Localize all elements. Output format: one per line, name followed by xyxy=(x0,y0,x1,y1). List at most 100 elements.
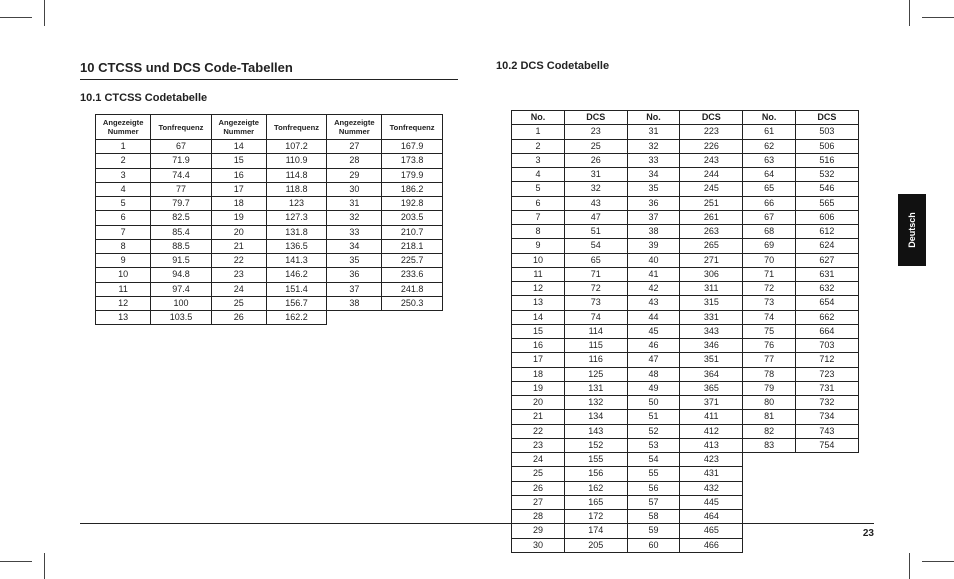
table-cell: 31 xyxy=(564,168,627,182)
table-cell: 245 xyxy=(680,182,743,196)
table-row: 7473726167606 xyxy=(512,210,859,224)
table-cell: 54 xyxy=(627,453,680,467)
table-cell: 131.8 xyxy=(266,225,327,239)
table-cell: 31 xyxy=(327,197,382,211)
table-cell: 364 xyxy=(680,367,743,381)
table-row: 13103.526162.2 xyxy=(96,311,443,325)
table-cell: 210.7 xyxy=(382,225,443,239)
table-cell: 67 xyxy=(151,140,212,154)
table-cell: 4 xyxy=(512,168,565,182)
table-cell: 411 xyxy=(680,410,743,424)
table-cell xyxy=(795,510,858,524)
crop-mark xyxy=(44,0,45,26)
table-cell: 754 xyxy=(795,438,858,452)
table-row: 191314936579731 xyxy=(512,381,859,395)
table-cell: 1 xyxy=(96,140,151,154)
page-number: 23 xyxy=(863,528,874,539)
table-cell xyxy=(743,467,796,481)
table-row: 1197.424151.437241.8 xyxy=(96,282,443,296)
table-cell: 3 xyxy=(512,153,565,167)
table-cell: 712 xyxy=(795,353,858,367)
table-row: 151144534375664 xyxy=(512,324,859,338)
right-column: 10.2 DCS Codetabelle No.DCSNo.DCSNo.DCS … xyxy=(496,60,874,553)
table-cell: 218.1 xyxy=(382,239,443,253)
table-cell: 29 xyxy=(327,168,382,182)
table-cell: 250.3 xyxy=(382,296,443,310)
subsection-title-dcs: 10.2 DCS Codetabelle xyxy=(496,60,874,76)
table-row: 2716557445 xyxy=(512,495,859,509)
table-cell: 6 xyxy=(512,196,565,210)
table-cell: 241.8 xyxy=(382,282,443,296)
table-cell: 64 xyxy=(743,168,796,182)
table-cell: 12 xyxy=(512,282,565,296)
table-cell: 132 xyxy=(564,396,627,410)
table-cell: 20 xyxy=(512,396,565,410)
table-cell: 11 xyxy=(96,282,151,296)
table-cell: 68 xyxy=(743,225,796,239)
table-cell: 91.5 xyxy=(151,254,212,268)
table-row: 3020560466 xyxy=(512,538,859,552)
table-cell: 79 xyxy=(743,381,796,395)
table-cell: 732 xyxy=(795,396,858,410)
table-cell xyxy=(743,495,796,509)
table-cell: 413 xyxy=(680,438,743,452)
table-cell: 14 xyxy=(211,140,266,154)
table-row: 171164735177712 xyxy=(512,353,859,367)
table-cell: 244 xyxy=(680,168,743,182)
table-cell xyxy=(795,481,858,495)
table-cell: 88.5 xyxy=(151,239,212,253)
table-cell xyxy=(743,510,796,524)
table-cell: 58 xyxy=(627,510,680,524)
table-cell: 503 xyxy=(795,125,858,139)
table-cell: 82.5 xyxy=(151,211,212,225)
table-cell: 412 xyxy=(680,424,743,438)
table-cell: 26 xyxy=(211,311,266,325)
table-cell: 55 xyxy=(627,467,680,481)
table-cell: 21 xyxy=(512,410,565,424)
table-cell: 56 xyxy=(627,481,680,495)
table-row: 991.522141.335225.7 xyxy=(96,254,443,268)
table-cell: 6 xyxy=(96,211,151,225)
table-cell: 32 xyxy=(564,182,627,196)
table-cell: 7 xyxy=(96,225,151,239)
table-cell: 162 xyxy=(564,481,627,495)
table-cell: 65 xyxy=(743,182,796,196)
table-row: 888.521136.534218.1 xyxy=(96,239,443,253)
table-cell: 81 xyxy=(743,410,796,424)
table-header: AngezeigteNummer xyxy=(211,115,266,140)
table-cell: 60 xyxy=(627,538,680,552)
table-cell: 445 xyxy=(680,495,743,509)
language-tab: Deutsch xyxy=(898,194,926,266)
table-cell: 16 xyxy=(512,339,565,353)
table-row: 221435241282743 xyxy=(512,424,859,438)
table-row: 9543926569624 xyxy=(512,239,859,253)
table-cell: 10 xyxy=(512,253,565,267)
table-cell: 83 xyxy=(743,438,796,452)
table-cell: 172 xyxy=(564,510,627,524)
table-cell: 36 xyxy=(627,196,680,210)
table-cell: 46 xyxy=(627,339,680,353)
table-cell: 2 xyxy=(512,139,565,153)
page: 10 CTCSS und DCS Code-Tabellen 10.1 CTCS… xyxy=(80,60,874,539)
table-row: 374.416114.829179.9 xyxy=(96,168,443,182)
table-cell: 72 xyxy=(743,282,796,296)
table-header: AngezeigteNummer xyxy=(96,115,151,140)
table-cell: 8 xyxy=(512,225,565,239)
table-cell: 66 xyxy=(743,196,796,210)
table-cell: 39 xyxy=(627,239,680,253)
table-row: 579.71812331192.8 xyxy=(96,197,443,211)
table-header: AngezeigteNummer xyxy=(327,115,382,140)
table-cell: 76 xyxy=(743,339,796,353)
table-cell: 311 xyxy=(680,282,743,296)
table-cell: 22 xyxy=(211,254,266,268)
table-cell: 155 xyxy=(564,453,627,467)
table-cell: 50 xyxy=(627,396,680,410)
table-cell: 2 xyxy=(96,154,151,168)
table-cell: 15 xyxy=(211,154,266,168)
table-cell: 162.2 xyxy=(266,311,327,325)
table-cell: 67 xyxy=(743,210,796,224)
table-cell: 19 xyxy=(512,381,565,395)
table-row: 201325037180732 xyxy=(512,396,859,410)
table-cell: 203.5 xyxy=(382,211,443,225)
table-cell: 12 xyxy=(96,296,151,310)
